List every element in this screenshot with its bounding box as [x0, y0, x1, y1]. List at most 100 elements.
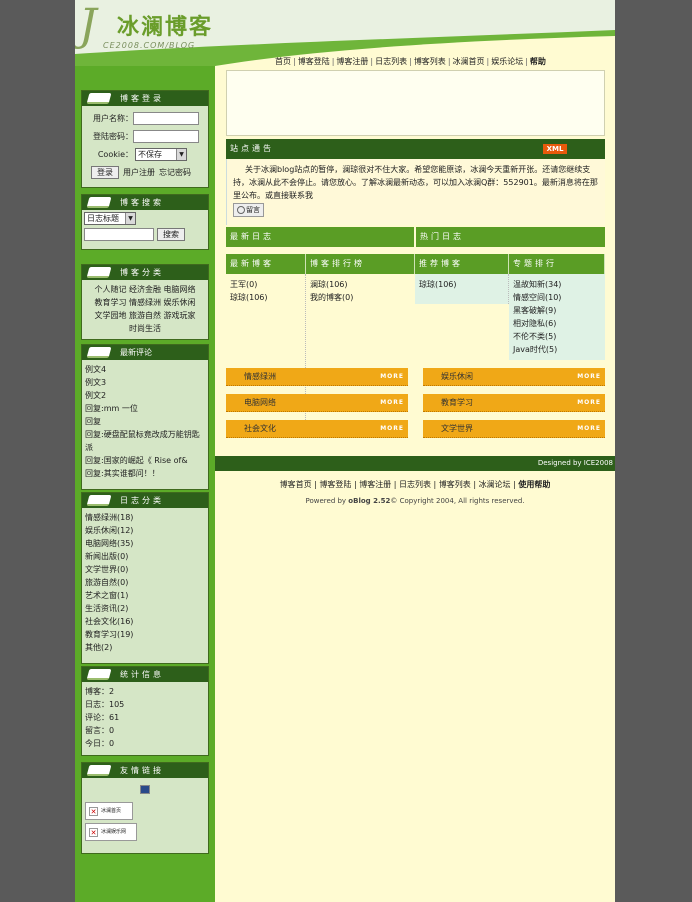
category-item[interactable]: 时尚生活	[129, 324, 161, 333]
comment-list: 例文4 例文3 例文2 回复:mm 一位 回复 回复:硬盘配鼠标竟改成万能钥匙 …	[82, 360, 208, 483]
blog-item[interactable]: 琼琼(106)	[230, 291, 301, 304]
topic-item[interactable]: Java时代(5)	[513, 343, 601, 356]
log-category-item[interactable]: 文学世界(0)	[85, 563, 205, 576]
tag-bar[interactable]: 娱乐休闲 MORE	[423, 368, 605, 386]
logo-title: 冰澜博客	[117, 14, 214, 40]
search-button[interactable]: 搜索	[157, 228, 185, 241]
cookie-select[interactable]: 不保存 ▼	[135, 147, 187, 161]
tag-bar[interactable]: 电脑网络 MORE	[226, 394, 408, 412]
footer-link[interactable]: 使用帮助	[518, 480, 550, 489]
log-category-item[interactable]: 旅游自然(0)	[85, 576, 205, 589]
comment-item[interactable]: 回复:国家的崛起《 Rise of&	[85, 454, 205, 467]
comment-item[interactable]: 例文4	[85, 363, 205, 376]
rank-item[interactable]: 我的博客(0)	[310, 291, 411, 304]
category-item[interactable]: 娱乐休闲	[164, 298, 196, 307]
page: J 冰澜博客 CE2008.COM/BLOG 首页 | 博客登陆 | 博客注册 | 日志列表…	[75, 0, 615, 902]
log-category-item[interactable]: 新闻出版(0)	[85, 550, 205, 563]
forgot-password-link[interactable]: 忘记密码	[159, 166, 191, 179]
log-category-item[interactable]: 社会文化(16)	[85, 615, 205, 628]
book-icon	[86, 669, 112, 680]
tag-bar[interactable]: 教育学习 MORE	[423, 394, 605, 412]
comment-item[interactable]: 例文2	[85, 389, 205, 402]
footer-nav: 博客首页 | 博客登陆 | 博客注册 | 日志列表 | 博客列表 | 冰澜论坛 …	[279, 480, 551, 489]
links-box: 友情链接 ✕ 冰澜首页 ✕ 冰澜娱乐网	[81, 762, 209, 854]
log-category-box: 日志分类 情感绿洲(18) 娱乐休闲(12) 电脑网络(35) 新闻出版(0) …	[81, 492, 209, 664]
comment-item[interactable]: 回复:硬盘配鼠标竟改成万能钥匙 派	[85, 428, 205, 454]
log-category-item[interactable]: 情感绿洲(18)	[85, 511, 205, 524]
log-category-list: 情感绿洲(18) 娱乐休闲(12) 电脑网络(35) 新闻出版(0) 文学世界(…	[82, 508, 208, 657]
topic-item[interactable]: 相对隐私(6)	[513, 317, 601, 330]
password-input[interactable]	[133, 129, 199, 143]
search-input[interactable]	[84, 228, 154, 241]
cookie-label: Cookie：	[97, 149, 133, 159]
category-item[interactable]: 游戏玩家	[164, 311, 196, 320]
log-category-item[interactable]: 娱乐休闲(12)	[85, 524, 205, 537]
nav-forum[interactable]: 娱乐论坛	[491, 57, 523, 66]
right-margin	[615, 0, 692, 902]
rank-item[interactable]: 澜琼(106)	[310, 278, 411, 291]
log-category-item[interactable]: 生活资讯(2)	[85, 602, 205, 615]
topic-item[interactable]: 黑客破解(9)	[513, 304, 601, 317]
top-nav: 首页 | 博客登陆 | 博客注册 | 日志列表 | 博客列表 | 冰澜首页 | 娱乐论坛 | 帮助	[275, 57, 546, 66]
footer-link[interactable]: 博客首页	[280, 480, 312, 489]
topic-item[interactable]: 不伦不类(5)	[513, 330, 601, 343]
comment-item[interactable]: 例文3	[85, 376, 205, 389]
footer-link[interactable]: 日志列表	[399, 480, 431, 489]
book-icon	[86, 197, 112, 208]
link-image-icon[interactable]	[140, 785, 150, 794]
tag-bar[interactable]: 社会文化 MORE	[226, 420, 408, 438]
category-item[interactable]: 经济金融	[129, 285, 161, 294]
message-button[interactable]: 留言	[233, 203, 264, 217]
username-input[interactable]	[133, 111, 199, 125]
log-category-item[interactable]: 教育学习(19)	[85, 628, 205, 641]
footer-link[interactable]: 博客登陆	[319, 480, 351, 489]
xml-feed-badge[interactable]: XML	[543, 144, 567, 154]
nav-blog-list[interactable]: 博客列表	[414, 57, 446, 66]
link-badge-1[interactable]: ✕ 冰澜首页	[85, 802, 133, 820]
category-item[interactable]: 旅游自然	[129, 311, 161, 320]
footer-link[interactable]: 冰澜论坛	[479, 480, 511, 489]
log-category-item[interactable]: 电脑网络(35)	[85, 537, 205, 550]
notice-text: 关于冰澜blog站点的暂停，澜琼很对不住大家。希望您能原谅，冰澜今天重新开张。还…	[233, 165, 598, 200]
nav-register[interactable]: 博客注册	[336, 57, 368, 66]
comment-item[interactable]: 回复:其实谁都问！！	[85, 467, 205, 480]
tag-bar[interactable]: 文学世界 MORE	[423, 420, 605, 438]
search-type-select[interactable]: 日志标题 ▼	[84, 212, 136, 225]
link-badge-2[interactable]: ✕ 冰澜娱乐网	[85, 823, 137, 841]
search-box: 博客搜索 日志标题 ▼ 搜索	[81, 194, 209, 250]
topic-rank-header: 专题排行	[509, 254, 605, 274]
blog-item[interactable]: 王军(0)	[230, 278, 301, 291]
book-icon	[86, 347, 112, 358]
nav-home[interactable]: 首页	[275, 57, 291, 66]
footer-link[interactable]: 博客列表	[439, 480, 471, 489]
latest-logs-header: 最新日志	[226, 227, 414, 247]
stats-box: 统计信息 博客：2 日志：105 评论：61 留言：0 今日：0	[81, 666, 209, 756]
category-item[interactable]: 电脑网络	[164, 285, 196, 294]
comments-box: 最新评论 例文4 例文3 例文2 回复:mm 一位 回复 回复:硬盘配鼠标竟改成…	[81, 344, 209, 490]
category-item[interactable]: 文学园地	[94, 311, 126, 320]
nav-login[interactable]: 博客登陆	[298, 57, 330, 66]
tag-bar[interactable]: 情感绿洲 MORE	[226, 368, 408, 386]
comment-item[interactable]: 回复	[85, 415, 205, 428]
chevron-down-icon: ▼	[176, 148, 186, 160]
log-category-item[interactable]: 其他(2)	[85, 641, 205, 654]
category-item[interactable]: 情感绿洲	[129, 298, 161, 307]
nav-log-list[interactable]: 日志列表	[375, 57, 407, 66]
topic-item[interactable]: 情感空间(10)	[513, 291, 601, 304]
footer-link[interactable]: 博客注册	[359, 480, 391, 489]
chevron-down-icon: ▼	[125, 213, 135, 224]
header: J 冰澜博客 CE2008.COM/BLOG 首页 | 博客登陆 | 博客注册 | 日志列表…	[75, 0, 615, 66]
login-button[interactable]: 登录	[91, 165, 119, 179]
logo-url: CE2008.COM/BLOG	[103, 41, 196, 50]
nav-ice-home[interactable]: 冰澜首页	[453, 57, 485, 66]
log-category-item[interactable]: 艺术之窗(1)	[85, 589, 205, 602]
category-item[interactable]: 教育学习	[94, 298, 126, 307]
recommended-header: 推荐博客	[415, 254, 509, 274]
nav-help[interactable]: 帮助	[530, 57, 546, 66]
recommended-item[interactable]: 琼琼(106)	[419, 278, 504, 291]
category-item[interactable]: 个人随记	[94, 285, 126, 294]
oblog-link[interactable]: oBlog 2.52	[348, 497, 390, 505]
comment-item[interactable]: 回复:mm 一位	[85, 402, 205, 415]
topic-item[interactable]: 温故知新(34)	[513, 278, 601, 291]
register-link[interactable]: 用户注册	[123, 166, 155, 179]
